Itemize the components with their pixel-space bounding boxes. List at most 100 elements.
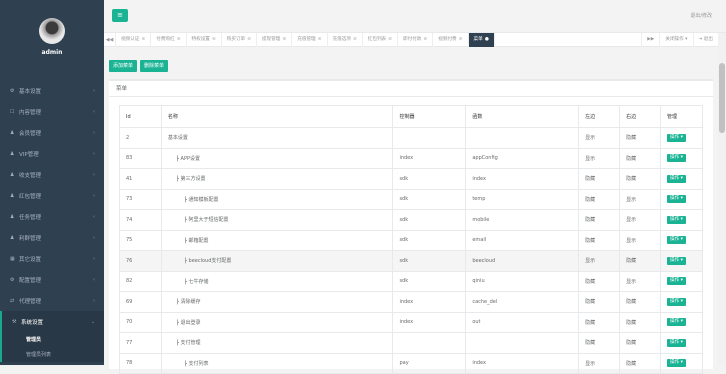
tabs: 视频认证 ⊗ 付费购红 ⊗ 特权设置 ⊗ 购买订单 ⊗ 提现管理 ⊗ 充值管理 ⊗ 充值选项 ⊗ 红包列表 ⊗… [116,32,641,47]
username[interactable]: admin [0,49,104,56]
operate-dropdown-button[interactable]: 操作 ▾ [666,256,686,265]
operate-dropdown-button[interactable]: 操作 ▾ [666,338,686,347]
sidebar-item[interactable]: ☐ 内容管理 ‹ [0,101,104,122]
tab-label: 即付付款 [403,36,422,42]
table-row[interactable]: 82 ┣ 七牛存储 sdk qiniu 隐藏 显示 操作 ▾ [119,270,704,292]
operate-dropdown-button[interactable]: 操作 ▾ [666,297,686,306]
close-icon[interactable]: ⊗ [247,37,251,42]
table-row[interactable]: 70 ┣ 退出登录 index out 隐藏 隐藏 操作 ▾ [119,311,704,333]
chevron-icon: ‹ [93,171,95,178]
table-row[interactable]: 77 ┣ 支付管理 隐藏 隐藏 操作 ▾ [119,332,704,354]
submenu-item[interactable]: 管理员列表 [2,347,104,362]
table-row[interactable]: 76 ┣ beecloud支付配置 sdk beecloud 显示 隐藏 操作 ▾ [119,250,704,272]
close-icon[interactable]: ● [485,37,489,42]
sidebar-item[interactable]: ♟ 红包管理 ‹ [0,185,104,206]
sidebar-item[interactable]: ⚙ 基本设置 ‹ [0,80,104,101]
tab[interactable]: 提现管理 ⊗ [257,32,293,47]
operate-dropdown-button[interactable]: 操作 ▾ [666,318,686,327]
close-icon[interactable]: ⊗ [318,37,322,42]
close-icon[interactable]: ⊗ [423,37,427,42]
operate-dropdown-button[interactable]: 操作 ▾ [666,195,686,204]
operate-dropdown-button[interactable]: 操作 ▾ [666,174,686,183]
operate-dropdown-button[interactable]: 操作 ▾ [666,359,686,368]
tab[interactable]: 视频认证 ⊗ [116,32,152,47]
cell-function: index [465,352,580,374]
sidebar-item-label: VIP管理 [19,151,39,158]
cell-controller: sdk [392,229,467,251]
table-row[interactable]: 83 ┣ APP设置 index appConfig 显示 隐藏 操作 ▾ [119,147,704,169]
menu-name: 基本设置 [167,135,188,142]
table-row[interactable]: 78 ┣ 支付列表 pay index 显示 隐藏 操作 ▾ [119,352,704,374]
submenu-item[interactable]: 管理员 [2,332,104,347]
operate-dropdown-button[interactable]: 操作 ▾ [666,133,686,142]
close-icon[interactable]: ⊗ [353,37,357,42]
cell-id: 83 [119,147,162,169]
cell-id: 74 [119,209,162,231]
tab[interactable]: 付费购红 ⊗ [151,32,187,47]
close-icon[interactable]: ⊗ [177,37,181,42]
cell-name: ┣ 七牛存储 [160,270,394,292]
close-icon[interactable]: ⊗ [282,37,286,42]
sidebar-item[interactable]: ⚒ 系统设置 ⌄ [0,311,104,332]
close-icon[interactable]: ⊗ [212,37,216,42]
cell-manage: 操作 ▾ [659,250,704,272]
close-icon[interactable]: ⊗ [388,37,392,42]
cell-id: 69 [119,291,162,313]
sidebar-item[interactable]: ♟ 会员管理 ‹ [0,122,104,143]
menu-name: 第三方设置 [180,176,206,183]
menu-name: 支付列表 [188,360,209,367]
tab-label: 充值管理 [297,36,316,42]
operate-dropdown-button[interactable]: 操作 ▾ [666,154,686,163]
chevron-icon: ‹ [93,150,95,157]
menu-table: Id 名称 控制器 函数 左边 右边 管理 2 基本设置 显示 隐藏 操作 ▾ 83 ┣ APP设置 in… [119,105,704,374]
tab[interactable]: 红包列表 ⊗ [363,32,398,47]
close-tabs-dropdown[interactable]: 关闭操作 ▾ [659,32,692,47]
tab[interactable]: 特权设置 ⊗ [187,32,222,47]
column-header: 名称 [160,105,394,128]
sidebar: admin ⚙ 基本设置 ‹ ☐ 内容管理 ‹ ♟ 会员管理 ‹ ♟ VIP管理 ‹ ♟ 收支管理 ‹ ♟ 红包… [0,0,104,365]
tab[interactable]: 充值选项 ⊗ [328,32,363,47]
tab-prev-button[interactable]: ◀◀ [104,32,116,47]
wrench-icon: ⚒ [12,318,17,325]
table-row[interactable]: 75 ┣ 邮箱配置 sdk email 隐藏 显示 操作 ▾ [119,229,704,251]
table-row[interactable]: 2 基本设置 显示 隐藏 操作 ▾ [119,127,704,149]
sidebar-item[interactable]: ⇄ 代理管理 ‹ [0,290,104,311]
tab[interactable]: 即付付款 ⊗ [398,32,434,47]
sidebar-item[interactable]: ▦ 其它设置 ‹ [0,248,104,269]
sidebar-item[interactable]: ♟ 收支管理 ‹ [0,164,104,185]
tab-next-button[interactable]: ▶▶ [641,32,659,47]
sidebar-item[interactable]: ⚙ 配置管理 ‹ [0,269,104,290]
page-scrollbar[interactable] [718,33,726,365]
operate-dropdown-button[interactable]: 操作 ▾ [666,215,686,224]
chevron-icon: ‹ [93,297,95,304]
close-icon[interactable]: ⊗ [459,37,463,42]
chevron-icon: ‹ [93,108,95,115]
cell-controller: sdk [392,250,467,272]
table-body: 2 基本设置 显示 隐藏 操作 ▾ 83 ┣ APP设置 index appConfig 显示 隐藏… [119,127,704,374]
scrollbar-thumb[interactable] [719,63,725,133]
table-row[interactable]: 41 ┣ 第三方设置 sdk index 隐藏 隐藏 操作 ▾ [119,168,704,190]
sidebar-menu: ⚙ 基本设置 ‹ ☐ 内容管理 ‹ ♟ 会员管理 ‹ ♟ VIP管理 ‹ ♟ 收支管理 ‹ ♟ 红包管理 ‹ ♟ 任务… [0,80,104,362]
logout-button[interactable]: ⇥ 退出 [692,32,719,47]
cell-name: ┣ beecloud支付配置 [160,250,394,272]
operate-dropdown-button[interactable]: 操作 ▾ [666,236,686,245]
tab[interactable]: 菜单 ● [468,32,495,47]
toolbar: 添加菜单 删除菜单 [109,60,169,72]
tab[interactable]: 充值管理 ⊗ [292,32,328,47]
tab[interactable]: 视频付费 ⊗ [433,32,469,47]
table-row[interactable]: 73 ┣ 通知模板配置 sdk temp 隐藏 显示 操作 ▾ [119,188,704,210]
tab[interactable]: 购买订单 ⊗ [222,32,257,47]
sidebar-item[interactable]: ♟ 利群管理 ‹ [0,227,104,248]
sidebar-item[interactable]: ♟ 任务管理 ‹ [0,206,104,227]
table-row[interactable]: 74 ┣ 阿里大于短信配置 sdk mobile 隐藏 显示 操作 ▾ [119,209,704,231]
table-row[interactable]: 69 ┣ 清除缓存 index cache_del 隐藏 隐藏 操作 ▾ [119,291,704,313]
menu-toggle-button[interactable]: ≡ [112,9,128,22]
close-icon[interactable]: ⊗ [141,37,145,42]
operate-dropdown-button[interactable]: 操作 ▾ [666,277,686,286]
sidebar-item[interactable]: ♟ VIP管理 ‹ [0,143,104,164]
welcome-text[interactable]: 退出/修改 [690,12,712,19]
avatar[interactable] [39,18,65,44]
delete-menu-button[interactable]: 删除菜单 [140,60,169,72]
add-menu-button[interactable]: 添加菜单 [109,60,138,72]
cell-right: 隐藏 [619,127,661,149]
